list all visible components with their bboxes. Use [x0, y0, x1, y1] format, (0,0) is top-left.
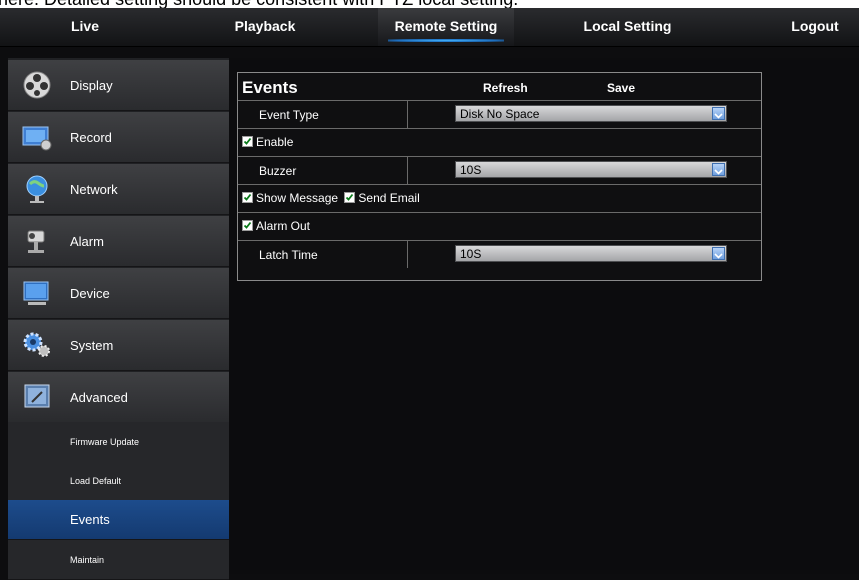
- buzzer-label-cell: Buzzer: [238, 157, 408, 184]
- chevron-down-icon: [712, 163, 725, 176]
- nav-remote-setting[interactable]: Remote Setting: [378, 8, 514, 46]
- send-email-checkbox[interactable]: [344, 192, 356, 203]
- sidebar-subitem-load-default[interactable]: Load Default: [8, 461, 229, 501]
- chevron-down-icon: [712, 247, 725, 260]
- save-button[interactable]: Save: [607, 81, 635, 95]
- buzzer-select[interactable]: 10S: [455, 161, 727, 178]
- latch-time-value: 10S: [460, 247, 482, 261]
- sidebar-subitem-events[interactable]: Events: [8, 500, 229, 540]
- nav-playback[interactable]: Playback: [225, 8, 305, 46]
- refresh-button[interactable]: Refresh: [483, 81, 528, 95]
- latch-time-row: Latch Time 10S: [238, 241, 761, 269]
- checkmark-icon: [243, 137, 252, 145]
- sidebar-subitem-maintain[interactable]: Maintain: [8, 540, 229, 580]
- event-type-select[interactable]: Disk No Space: [455, 105, 727, 122]
- show-message-label: Show Message: [256, 191, 339, 205]
- enable-checkbox[interactable]: [242, 136, 253, 147]
- send-email-label: Send Email: [358, 191, 420, 205]
- sidebar-item-record[interactable]: Record: [8, 112, 229, 163]
- checkmark-icon: [243, 193, 252, 201]
- sidebar: Display Record Network Alarm Device Syst…: [8, 58, 229, 580]
- top-nav-bar: Live Playback Remote Setting Local Setti…: [0, 8, 859, 47]
- event-type-row: Event Type Disk No Space: [238, 101, 761, 129]
- panel-header: Events Refresh Save: [238, 73, 761, 101]
- show-message-checkbox[interactable]: [242, 192, 253, 203]
- event-type-label-cell: Event Type: [238, 101, 408, 128]
- sidebar-item-label: Advanced: [70, 390, 128, 405]
- subitem-label: Load Default: [70, 476, 122, 486]
- checkmark-icon: [346, 193, 354, 201]
- record-icon: [22, 126, 52, 151]
- event-type-value: Disk No Space: [460, 107, 540, 121]
- notify-row: Show Message Send Email: [238, 185, 761, 213]
- display-icon: [23, 71, 51, 99]
- sidebar-item-network[interactable]: Network: [8, 164, 229, 215]
- sidebar-item-advanced[interactable]: Advanced: [8, 372, 229, 423]
- latch-time-label-cell: Latch Time: [238, 241, 408, 268]
- nav-live[interactable]: Live: [55, 8, 115, 46]
- event-type-label: Event Type: [259, 108, 319, 122]
- sidebar-item-label: Record: [70, 130, 112, 145]
- system-icon: [23, 332, 50, 357]
- page-caption: here. Detailed setting should be consist…: [0, 0, 859, 8]
- alarm-out-row: Alarm Out: [238, 213, 761, 241]
- sidebar-item-label: Alarm: [70, 234, 104, 249]
- notify-checkbox-group: Show Message Send Email: [242, 191, 423, 206]
- events-panel: Events Refresh Save Event Type Disk No S…: [237, 72, 762, 281]
- buzzer-label: Buzzer: [259, 164, 297, 178]
- advanced-icon: [24, 384, 50, 408]
- sidebar-item-system[interactable]: System: [8, 320, 229, 371]
- buzzer-row: Buzzer 10S: [238, 157, 761, 185]
- sidebar-subitem-firmware-update[interactable]: Firmware Update: [8, 422, 229, 462]
- enable-label: Enable: [256, 135, 294, 149]
- network-icon: [26, 175, 48, 203]
- alarm-out-checkbox[interactable]: [242, 220, 253, 231]
- device-icon: [23, 281, 49, 305]
- sidebar-item-label: Network: [70, 182, 118, 197]
- buzzer-value: 10S: [460, 163, 482, 177]
- checkmark-icon: [243, 221, 252, 229]
- subitem-label: Firmware Update: [70, 437, 140, 447]
- nav-local-setting[interactable]: Local Setting: [565, 8, 690, 46]
- subitem-label: Events: [70, 512, 110, 527]
- sidebar-item-label: System: [70, 338, 114, 353]
- latch-time-label: Latch Time: [259, 248, 318, 262]
- alarm-out-label: Alarm Out: [256, 219, 311, 233]
- sidebar-item-display[interactable]: Display: [8, 60, 229, 111]
- sidebar-item-label: Device: [70, 286, 110, 301]
- caption-text: here. Detailed setting should be consist…: [0, 0, 518, 8]
- sidebar-item-alarm[interactable]: Alarm: [8, 216, 229, 267]
- latch-time-select[interactable]: 10S: [455, 245, 727, 262]
- sidebar-item-label: Display: [70, 78, 113, 93]
- panel-title: Events: [242, 78, 298, 97]
- enable-checkbox-group: Enable: [242, 135, 296, 150]
- alarm-icon: [27, 230, 45, 253]
- subitem-label: Maintain: [70, 555, 105, 565]
- sidebar-item-device[interactable]: Device: [8, 268, 229, 319]
- enable-row: Enable: [238, 129, 761, 157]
- chevron-down-icon: [712, 107, 725, 120]
- alarm-out-checkbox-group: Alarm Out: [242, 219, 313, 234]
- nav-logout[interactable]: Logout: [775, 8, 855, 46]
